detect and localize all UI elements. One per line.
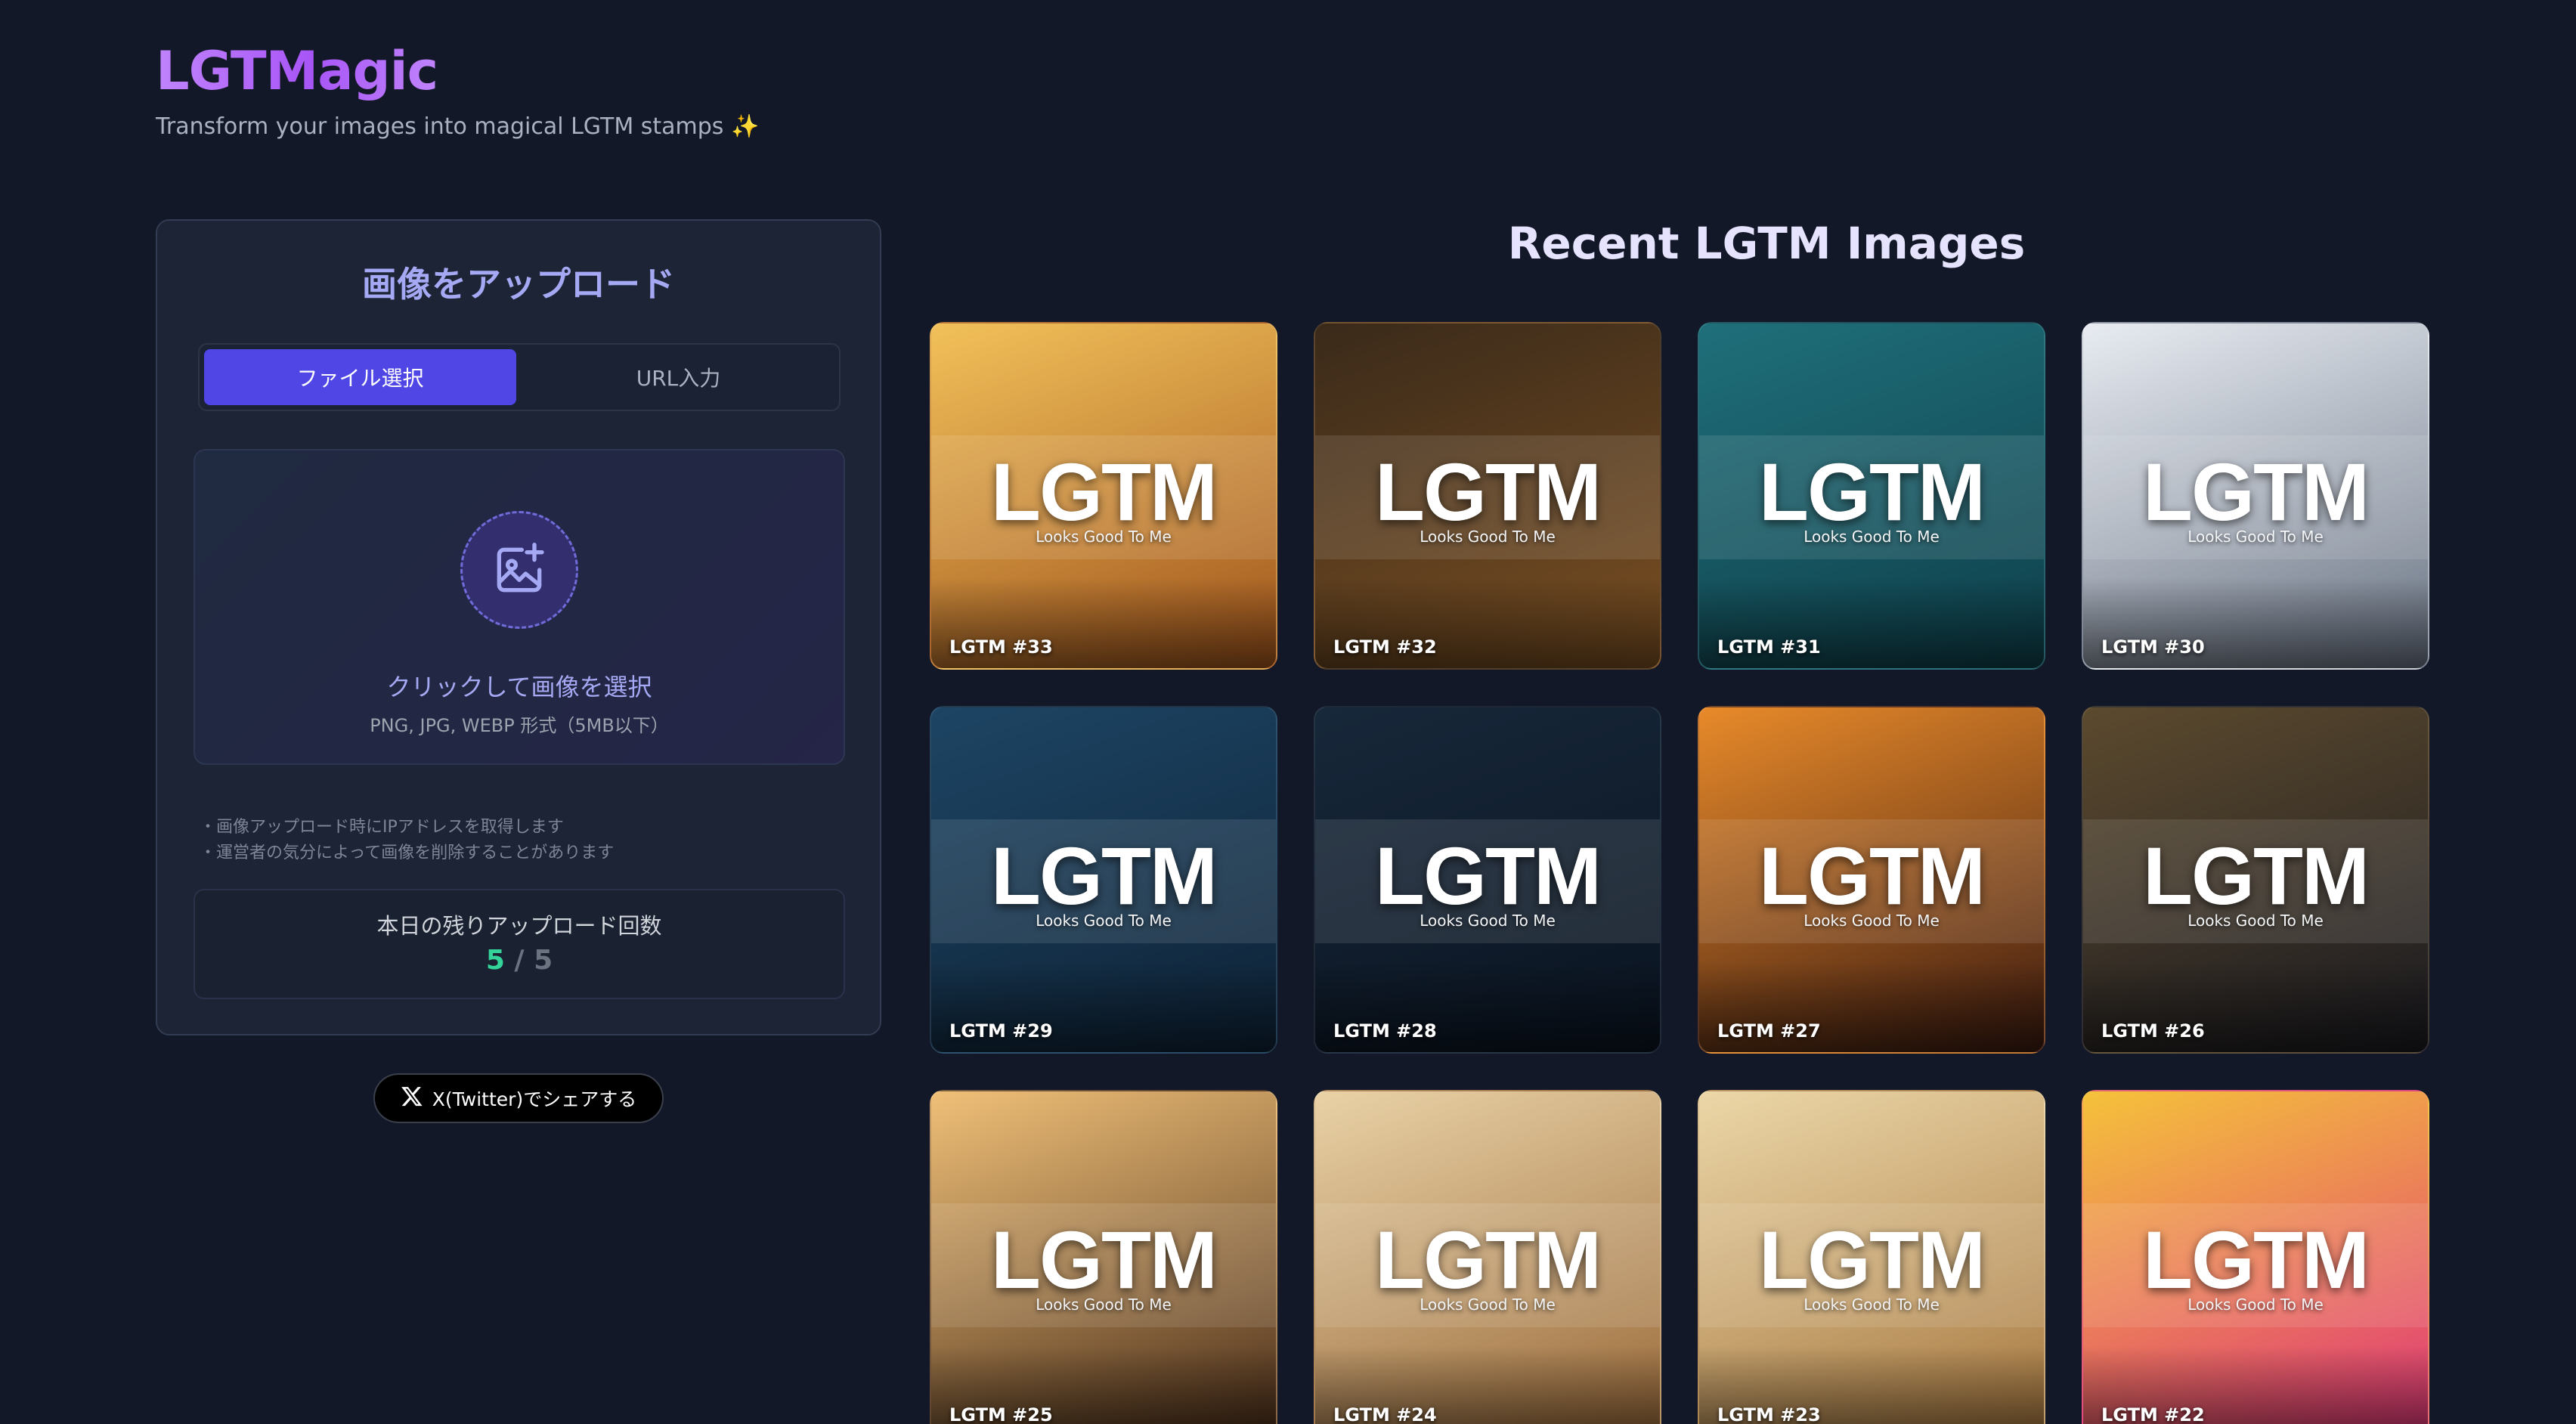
- remaining-uploads-label: 本日の残りアップロード回数: [376, 913, 662, 939]
- lgtm-overlay-text: LGTM: [1375, 446, 1602, 537]
- tab-url-input[interactable]: URL入力: [522, 349, 834, 405]
- upload-notes: ・画像アップロード時にIPアドレスを取得します ・運営者の気分によって画像を削除…: [200, 815, 614, 866]
- upload-note: ・画像アップロード時にIPアドレスを取得します: [200, 818, 564, 837]
- lgtm-card-label: LGTM #22: [2101, 1404, 2205, 1424]
- remaining-uploads-count: 5 / 5: [195, 945, 844, 976]
- lgtm-gallery-grid: LGTM Looks Good To Me LGTM #33 LGTM Looks Go…: [930, 322, 2429, 1424]
- lgtm-card-label: LGTM #25: [949, 1404, 1053, 1424]
- lgtm-overlay-text: LGTM: [2143, 1214, 2370, 1305]
- lgtm-overlay-subtext: Looks Good To Me: [1036, 528, 1172, 546]
- file-dropzone[interactable]: クリックして画像を選択 PNG, JPG, WEBP 形式（5MB以下）: [194, 449, 845, 765]
- lgtm-overlay-subtext: Looks Good To Me: [1036, 912, 1172, 930]
- lgtm-card-label: LGTM #24: [1333, 1404, 1437, 1424]
- lgtm-overlay-subtext: Looks Good To Me: [1804, 528, 1940, 546]
- lgtm-overlay-text: LGTM: [2143, 830, 2370, 921]
- tab-file-select[interactable]: ファイル選択: [204, 349, 516, 405]
- lgtm-card[interactable]: LGTM Looks Good To Me LGTM #26: [2082, 706, 2429, 1054]
- remaining-separator: /: [514, 945, 525, 976]
- lgtm-card-label: LGTM #32: [1333, 636, 1437, 658]
- lgtm-overlay-text: LGTM: [991, 1214, 1218, 1305]
- lgtm-overlay-subtext: Looks Good To Me: [1804, 1296, 1940, 1314]
- lgtm-card[interactable]: LGTM Looks Good To Me LGTM #32: [1314, 322, 1661, 670]
- lgtm-card[interactable]: LGTM Looks Good To Me LGTM #25: [930, 1090, 1277, 1424]
- lgtm-card-label: LGTM #26: [2101, 1020, 2205, 1042]
- lgtm-overlay-subtext: Looks Good To Me: [2187, 528, 2324, 546]
- remaining-uploads-box: 本日の残りアップロード回数 5 / 5: [194, 889, 845, 999]
- lgtm-overlay-text: LGTM: [991, 830, 1218, 921]
- upload-panel: 画像をアップロード ファイル選択 URL入力 クリックして画像を選択 PNG, …: [156, 219, 881, 1035]
- lgtm-overlay-subtext: Looks Good To Me: [2187, 1296, 2324, 1314]
- lgtm-card-label: LGTM #29: [949, 1020, 1053, 1042]
- lgtm-card[interactable]: LGTM Looks Good To Me LGTM #22: [2082, 1090, 2429, 1424]
- lgtm-card-label: LGTM #33: [949, 636, 1053, 658]
- lgtm-overlay-text: LGTM: [991, 446, 1218, 537]
- lgtm-overlay-text: LGTM: [1759, 830, 1986, 921]
- page: LGTMagic Transform your images into magi…: [0, 0, 2576, 1424]
- gallery-title: Recent LGTM Images: [1507, 218, 2026, 269]
- dropzone-hint: PNG, JPG, WEBP 形式（5MB以下）: [370, 715, 669, 736]
- lgtm-overlay-text: LGTM: [1759, 1214, 1986, 1305]
- lgtm-overlay-text: LGTM: [1375, 830, 1602, 921]
- lgtm-overlay-subtext: Looks Good To Me: [1804, 912, 1940, 930]
- dropzone-title: クリックして画像を選択: [386, 673, 652, 701]
- share-x-button[interactable]: X(Twitter)でシェアする: [373, 1073, 664, 1123]
- x-logo-icon: [401, 1085, 423, 1112]
- lgtm-overlay-subtext: Looks Good To Me: [1420, 528, 1556, 546]
- lgtm-overlay-subtext: Looks Good To Me: [1420, 912, 1556, 930]
- lgtm-overlay-subtext: Looks Good To Me: [2187, 912, 2324, 930]
- lgtm-card[interactable]: LGTM Looks Good To Me LGTM #23: [1698, 1090, 2045, 1424]
- lgtm-overlay-subtext: Looks Good To Me: [1420, 1296, 1556, 1314]
- remaining-max: 5: [534, 945, 553, 976]
- lgtm-card-label: LGTM #23: [1717, 1404, 1821, 1424]
- image-add-icon: [460, 511, 578, 629]
- lgtm-card[interactable]: LGTM Looks Good To Me LGTM #28: [1314, 706, 1661, 1054]
- lgtm-overlay-text: LGTM: [1375, 1214, 1602, 1305]
- lgtm-card[interactable]: LGTM Looks Good To Me LGTM #27: [1698, 706, 2045, 1054]
- upload-panel-title: 画像をアップロード: [362, 264, 675, 305]
- lgtm-card-label: LGTM #30: [2101, 636, 2205, 658]
- remaining-current: 5: [485, 945, 505, 976]
- lgtm-card[interactable]: LGTM Looks Good To Me LGTM #33: [930, 322, 1277, 670]
- lgtm-card[interactable]: LGTM Looks Good To Me LGTM #24: [1314, 1090, 1661, 1424]
- brand-logo[interactable]: LGTMagic: [156, 42, 438, 101]
- share-x-label: X(Twitter)でシェアする: [432, 1088, 637, 1110]
- lgtm-card[interactable]: LGTM Looks Good To Me LGTM #30: [2082, 322, 2429, 670]
- lgtm-card-label: LGTM #31: [1717, 636, 1821, 658]
- lgtm-card[interactable]: LGTM Looks Good To Me LGTM #31: [1698, 322, 2045, 670]
- upload-note: ・運営者の気分によって画像を削除することがあります: [200, 844, 615, 862]
- upload-mode-tabs: ファイル選択 URL入力: [198, 343, 841, 411]
- lgtm-card-label: LGTM #28: [1333, 1020, 1437, 1042]
- lgtm-overlay-text: LGTM: [1759, 446, 1986, 537]
- lgtm-overlay-text: LGTM: [2143, 446, 2370, 537]
- lgtm-card-label: LGTM #27: [1717, 1020, 1821, 1042]
- lgtm-card[interactable]: LGTM Looks Good To Me LGTM #29: [930, 706, 1277, 1054]
- lgtm-overlay-subtext: Looks Good To Me: [1036, 1296, 1172, 1314]
- tagline: Transform your images into magical LGTM …: [156, 113, 760, 140]
